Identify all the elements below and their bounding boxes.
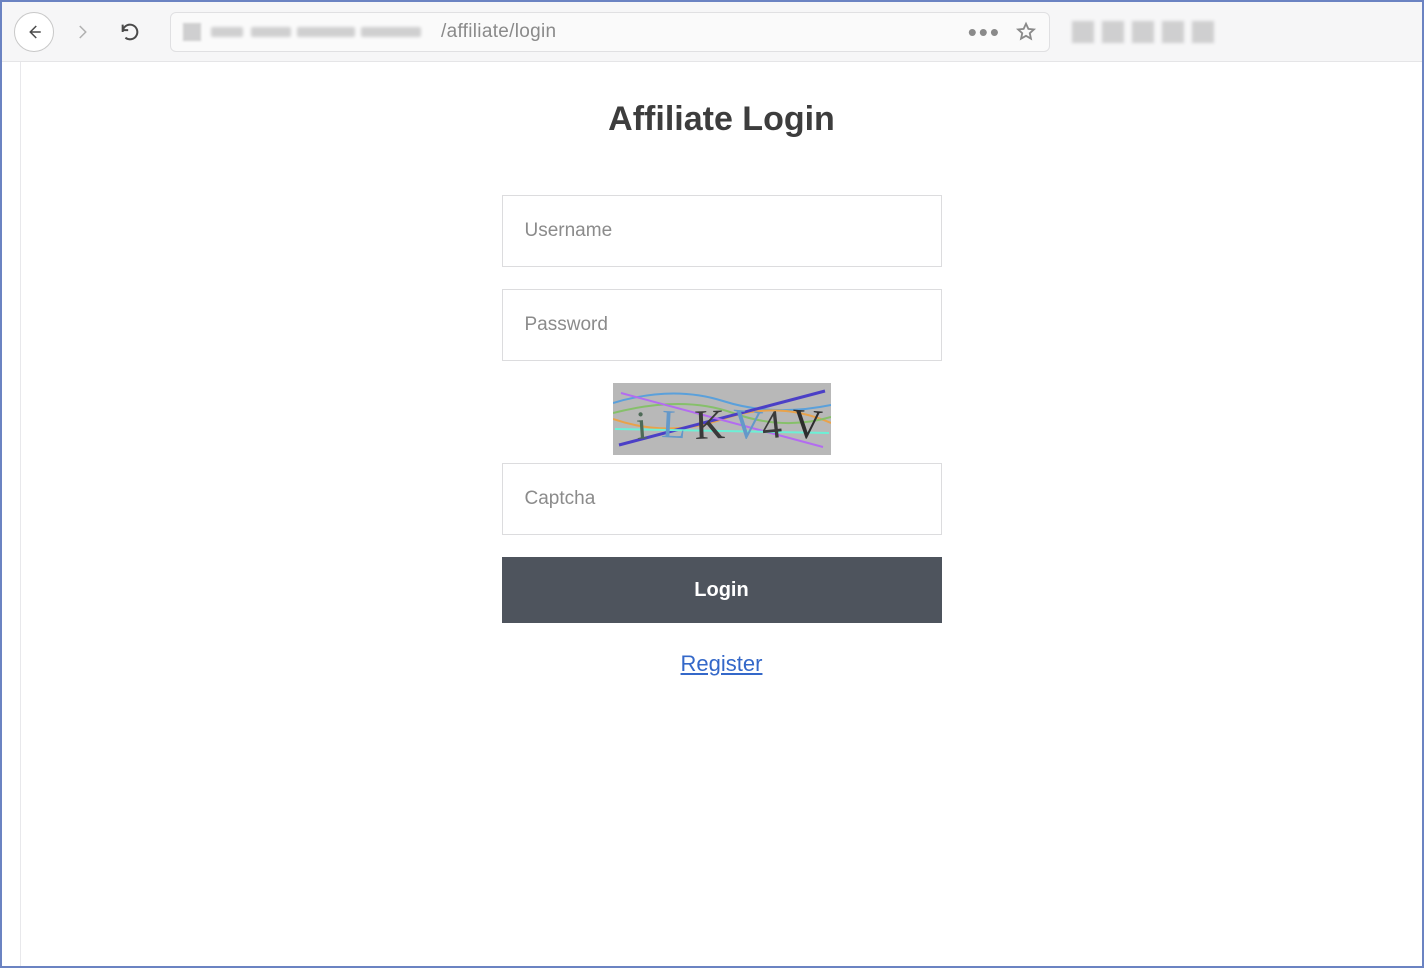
refresh-button[interactable] (110, 12, 150, 52)
forward-button[interactable] (62, 12, 102, 52)
bookmark-star-icon[interactable] (1015, 21, 1037, 43)
site-favicon (183, 23, 201, 41)
url-redacted-host (211, 23, 431, 41)
captcha-graphic-icon: i L K V 4 V (613, 383, 831, 455)
svg-text:V: V (790, 401, 823, 449)
page-title: Affiliate Login (502, 100, 942, 139)
captcha-image: i L K V 4 V (613, 383, 831, 455)
svg-text:K: K (693, 402, 725, 449)
svg-text:L: L (660, 401, 687, 447)
password-input[interactable] (502, 289, 942, 361)
refresh-icon (119, 21, 141, 43)
svg-text:4: 4 (759, 401, 784, 448)
page: Affiliate Login i L K V 4 V Login Regist… (20, 62, 1422, 966)
back-button[interactable] (14, 12, 54, 52)
username-input[interactable] (502, 195, 942, 267)
url-bar[interactable]: /affiliate/login ••• (170, 12, 1050, 52)
toolbar-extensions (1072, 21, 1214, 43)
login-button[interactable]: Login (502, 557, 942, 623)
register-link[interactable]: Register (681, 651, 763, 677)
login-card: Affiliate Login i L K V 4 V Login Regist… (502, 100, 942, 966)
arrow-right-icon (73, 23, 91, 41)
captcha-input[interactable] (502, 463, 942, 535)
svg-text:i: i (634, 402, 648, 448)
url-path: /affiliate/login (441, 21, 556, 43)
arrow-left-icon (25, 23, 43, 41)
browser-chrome: /affiliate/login ••• (2, 2, 1422, 62)
